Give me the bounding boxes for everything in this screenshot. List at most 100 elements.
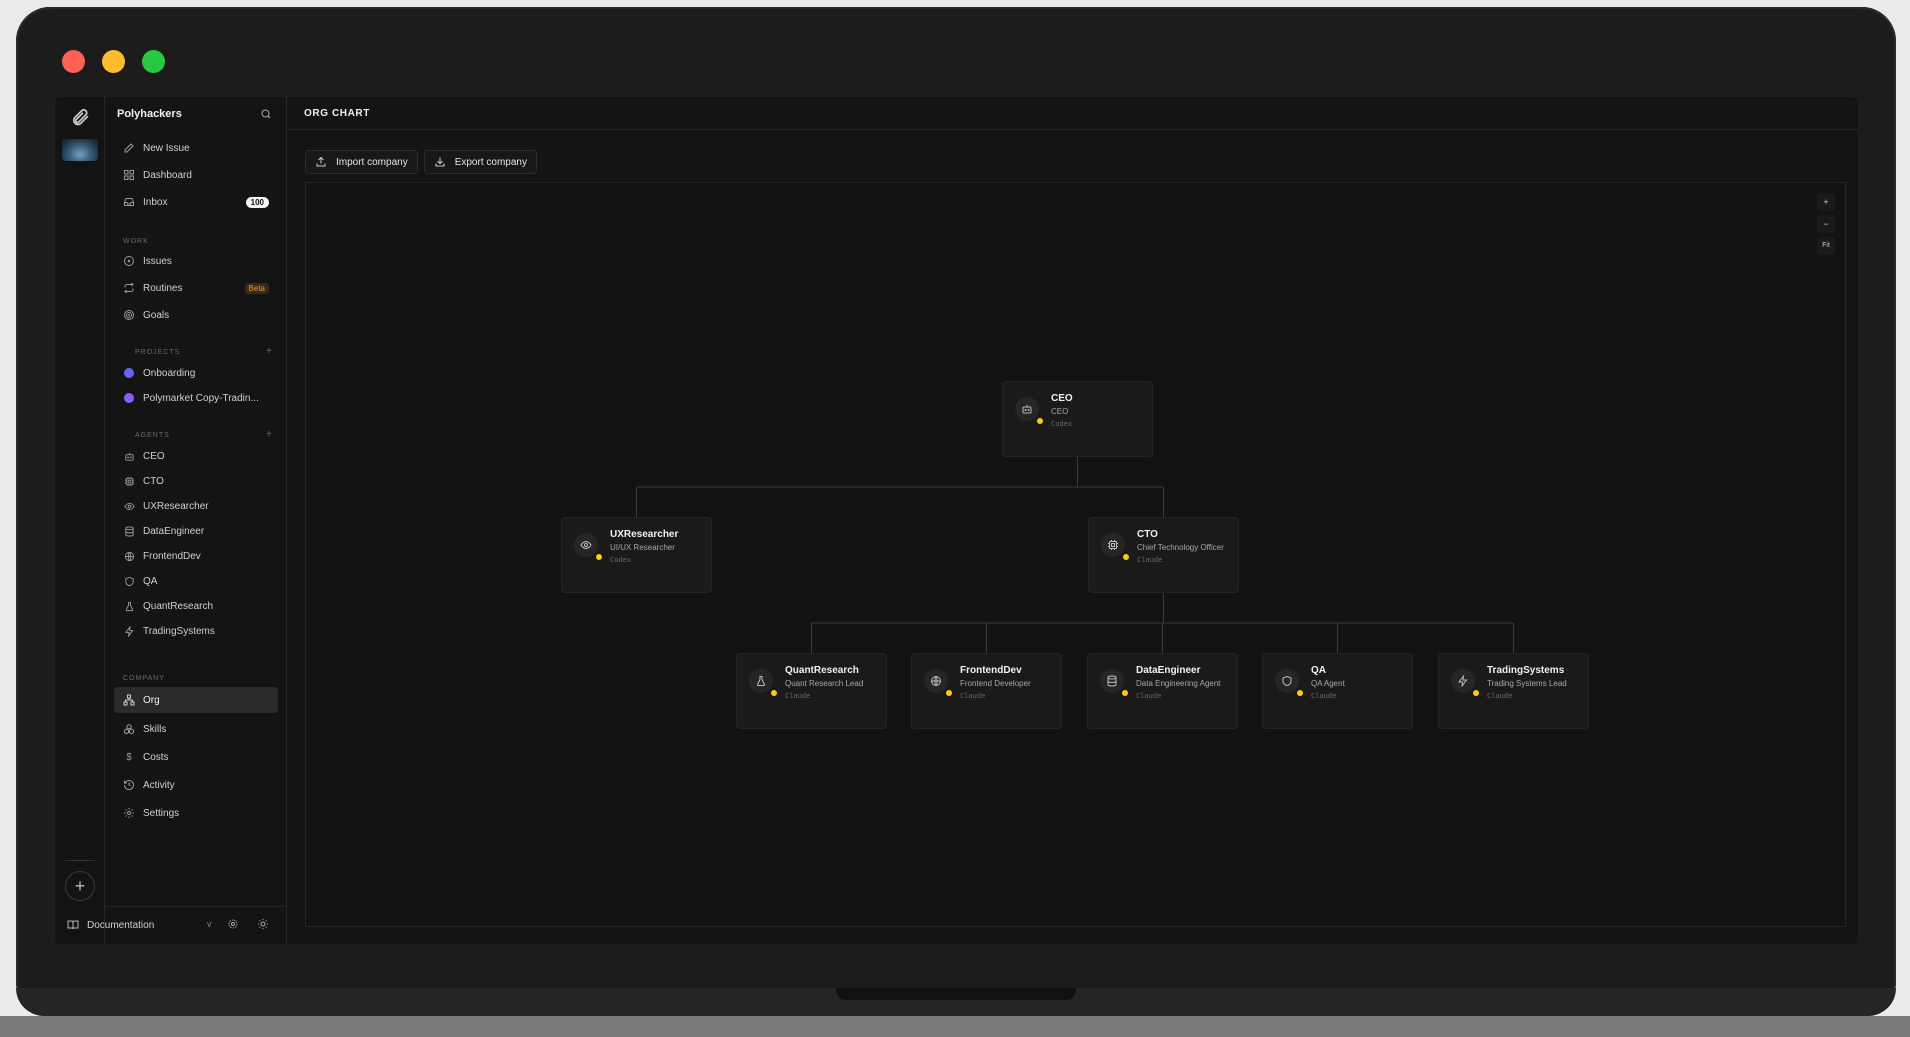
globe-icon — [931, 676, 941, 686]
database-icon — [123, 525, 135, 537]
import-company-button[interactable]: Import company — [305, 150, 418, 174]
nav-settings[interactable]: Settings — [114, 801, 278, 825]
agent-quantresearch[interactable]: QuantResearch — [114, 594, 278, 618]
app-window: + Polyhackers New Issue Dashboard Inbox … — [54, 96, 1859, 945]
nav-label: TradingSystems — [143, 625, 215, 637]
nav-label: CTO — [143, 475, 164, 487]
dashboard-icon — [123, 169, 135, 181]
agent-role-block: UI/UX Researcher Codex — [610, 543, 708, 565]
nav-dashboard[interactable]: Dashboard — [114, 163, 278, 187]
org-node-cto[interactable]: CTO Chief Technology Officer Claude — [1088, 517, 1239, 593]
nav-inbox[interactable]: Inbox 100 — [114, 190, 278, 214]
agent-qa[interactable]: QA — [114, 569, 278, 593]
cpu-icon — [123, 475, 135, 487]
zoom-in-button[interactable]: + — [1817, 193, 1835, 211]
org-chart-canvas[interactable]: + − Fit CEO CEO Codex UXResearcher UI/UX Res… — [305, 182, 1846, 927]
boxes-icon — [123, 723, 135, 735]
status-indicator — [1473, 690, 1479, 696]
agent-avatar — [574, 533, 598, 557]
project-polymarket[interactable]: Polymarket Copy-Tradin... — [114, 386, 278, 410]
agent-role-block: Data Engineering Agent Claude — [1136, 679, 1234, 701]
org-connectors — [636, 457, 1514, 653]
nav-costs[interactable]: $ Costs — [114, 745, 278, 769]
laptop-notch — [836, 988, 1076, 1000]
agent-avatar — [924, 669, 948, 693]
org-node-quant[interactable]: QuantResearch Quant Research Lead Claude — [736, 653, 887, 729]
nav-label: FrontendDev — [143, 550, 201, 562]
workspace-rail: + — [55, 97, 105, 944]
org-node-ts[interactable]: TradingSystems Trading Systems Lead Claude — [1438, 653, 1589, 729]
window-close-button[interactable] — [62, 50, 85, 73]
documentation-link[interactable]: Documentation — [67, 919, 154, 931]
agent-uxresearcher[interactable]: UXResearcher — [114, 494, 278, 518]
book-icon — [67, 920, 79, 930]
org-node-de[interactable]: DataEngineer Data Engineering Agent Claude — [1087, 653, 1238, 729]
circle-dot-icon — [123, 255, 135, 267]
window-minimize-button[interactable] — [102, 50, 125, 73]
nav-label: Polymarket Copy-Tradin... — [143, 392, 259, 404]
bot-icon — [123, 450, 135, 462]
agent-name: FrontendDev — [960, 665, 1022, 676]
org-node-ux[interactable]: UXResearcher UI/UX Researcher Codex — [561, 517, 712, 593]
agent-cto[interactable]: CTO — [114, 469, 278, 493]
add-project-button[interactable]: + — [266, 346, 272, 357]
agent-dataengineer[interactable]: DataEngineer — [114, 519, 278, 543]
zoom-controls: + − Fit — [1817, 193, 1835, 255]
cpu-icon — [1108, 540, 1118, 550]
chevron-down-icon[interactable]: v — [207, 919, 212, 929]
zap-icon — [123, 625, 135, 637]
zoom-out-button[interactable]: − — [1817, 215, 1835, 233]
search-icon[interactable] — [260, 108, 272, 120]
org-node-fe[interactable]: FrontendDev Frontend Developer Claude — [911, 653, 1062, 729]
nav-org[interactable]: Org — [114, 687, 278, 713]
company-name: Polyhackers — [117, 108, 182, 120]
edit-icon — [123, 142, 135, 154]
paperclip-icon[interactable] — [70, 107, 90, 127]
eye-icon — [123, 500, 135, 512]
org-toolbar: Import company Export company — [305, 150, 537, 174]
sidebar-header: Polyhackers — [105, 97, 286, 131]
agent-frontenddev[interactable]: FrontendDev — [114, 544, 278, 568]
agent-role: Quant Research Lead — [785, 679, 864, 688]
agent-avatar — [1015, 397, 1039, 421]
window-zoom-button[interactable] — [142, 50, 165, 73]
nav-goals[interactable]: Goals — [114, 303, 278, 327]
nav-label: Org — [143, 694, 160, 706]
agent-name: QuantResearch — [785, 665, 859, 676]
org-node-qa[interactable]: QA QA Agent Claude — [1262, 653, 1413, 729]
add-agent-button[interactable]: + — [266, 429, 272, 440]
agent-ceo[interactable]: CEO — [114, 444, 278, 468]
zap-icon — [1458, 675, 1468, 687]
nav-label: Goals — [143, 309, 170, 321]
agent-name: TradingSystems — [1487, 665, 1565, 676]
nav-issues[interactable]: Issues — [114, 249, 278, 273]
add-company-button[interactable]: + — [65, 871, 95, 901]
nav-routines[interactable]: Routines Beta — [114, 276, 278, 300]
sidebar: Polyhackers New Issue Dashboard Inbox 10… — [67, 97, 287, 944]
export-company-button[interactable]: Export company — [423, 150, 537, 174]
agent-role-block: QA Agent Claude — [1311, 679, 1409, 701]
section-projects-label: PROJECTS — [135, 349, 181, 356]
nav-new-issue[interactable]: New Issue — [114, 136, 278, 160]
agent-model: Claude — [1136, 692, 1162, 700]
agent-model: Claude — [1137, 556, 1163, 564]
agent-model: Codex — [1051, 420, 1073, 428]
documentation-label: Documentation — [87, 919, 155, 931]
nav-skills[interactable]: Skills — [114, 717, 278, 741]
page-title: ORG CHART — [288, 97, 1858, 130]
nav-label: DataEngineer — [143, 525, 205, 537]
agent-role-block: Quant Research Lead Claude — [785, 679, 883, 701]
globe-icon — [123, 550, 135, 562]
agent-role: Trading Systems Lead — [1487, 679, 1567, 688]
zoom-fit-button[interactable]: Fit — [1817, 237, 1835, 255]
company-avatar[interactable] — [62, 139, 98, 161]
project-onboarding[interactable]: Onboarding — [114, 361, 278, 385]
agent-tradingsystems[interactable]: TradingSystems — [114, 619, 278, 643]
nav-activity[interactable]: Activity — [114, 773, 278, 797]
org-node-ceo[interactable]: CEO CEO Codex — [1002, 381, 1153, 457]
agent-name: DataEngineer — [1136, 665, 1201, 676]
agent-model: Claude — [1487, 692, 1513, 700]
flask-icon — [756, 676, 766, 686]
theme-sun-icon[interactable] — [257, 918, 269, 930]
settings-gear-icon[interactable] — [227, 918, 239, 930]
